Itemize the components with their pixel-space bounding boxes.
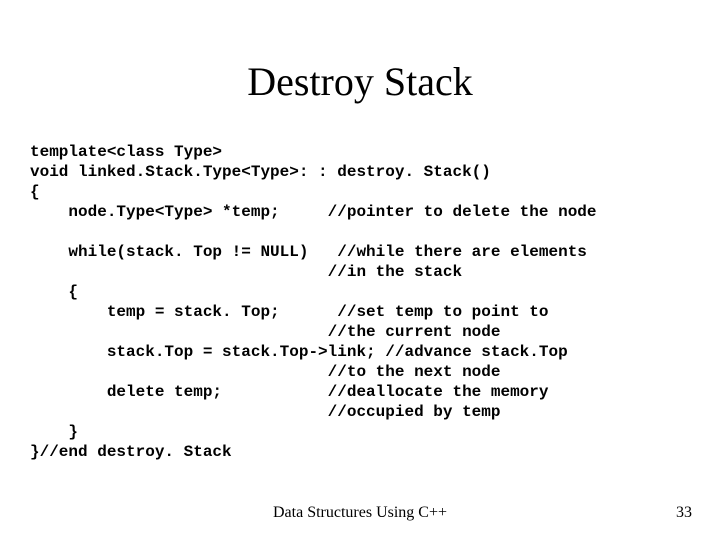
footer-text: Data Structures Using C++ bbox=[0, 504, 720, 522]
slide-title: Destroy Stack bbox=[0, 58, 720, 105]
slide: Destroy Stack template<class Type> void … bbox=[0, 0, 720, 540]
code-block: template<class Type> void linked.Stack.T… bbox=[30, 142, 690, 462]
page-number: 33 bbox=[676, 504, 692, 522]
